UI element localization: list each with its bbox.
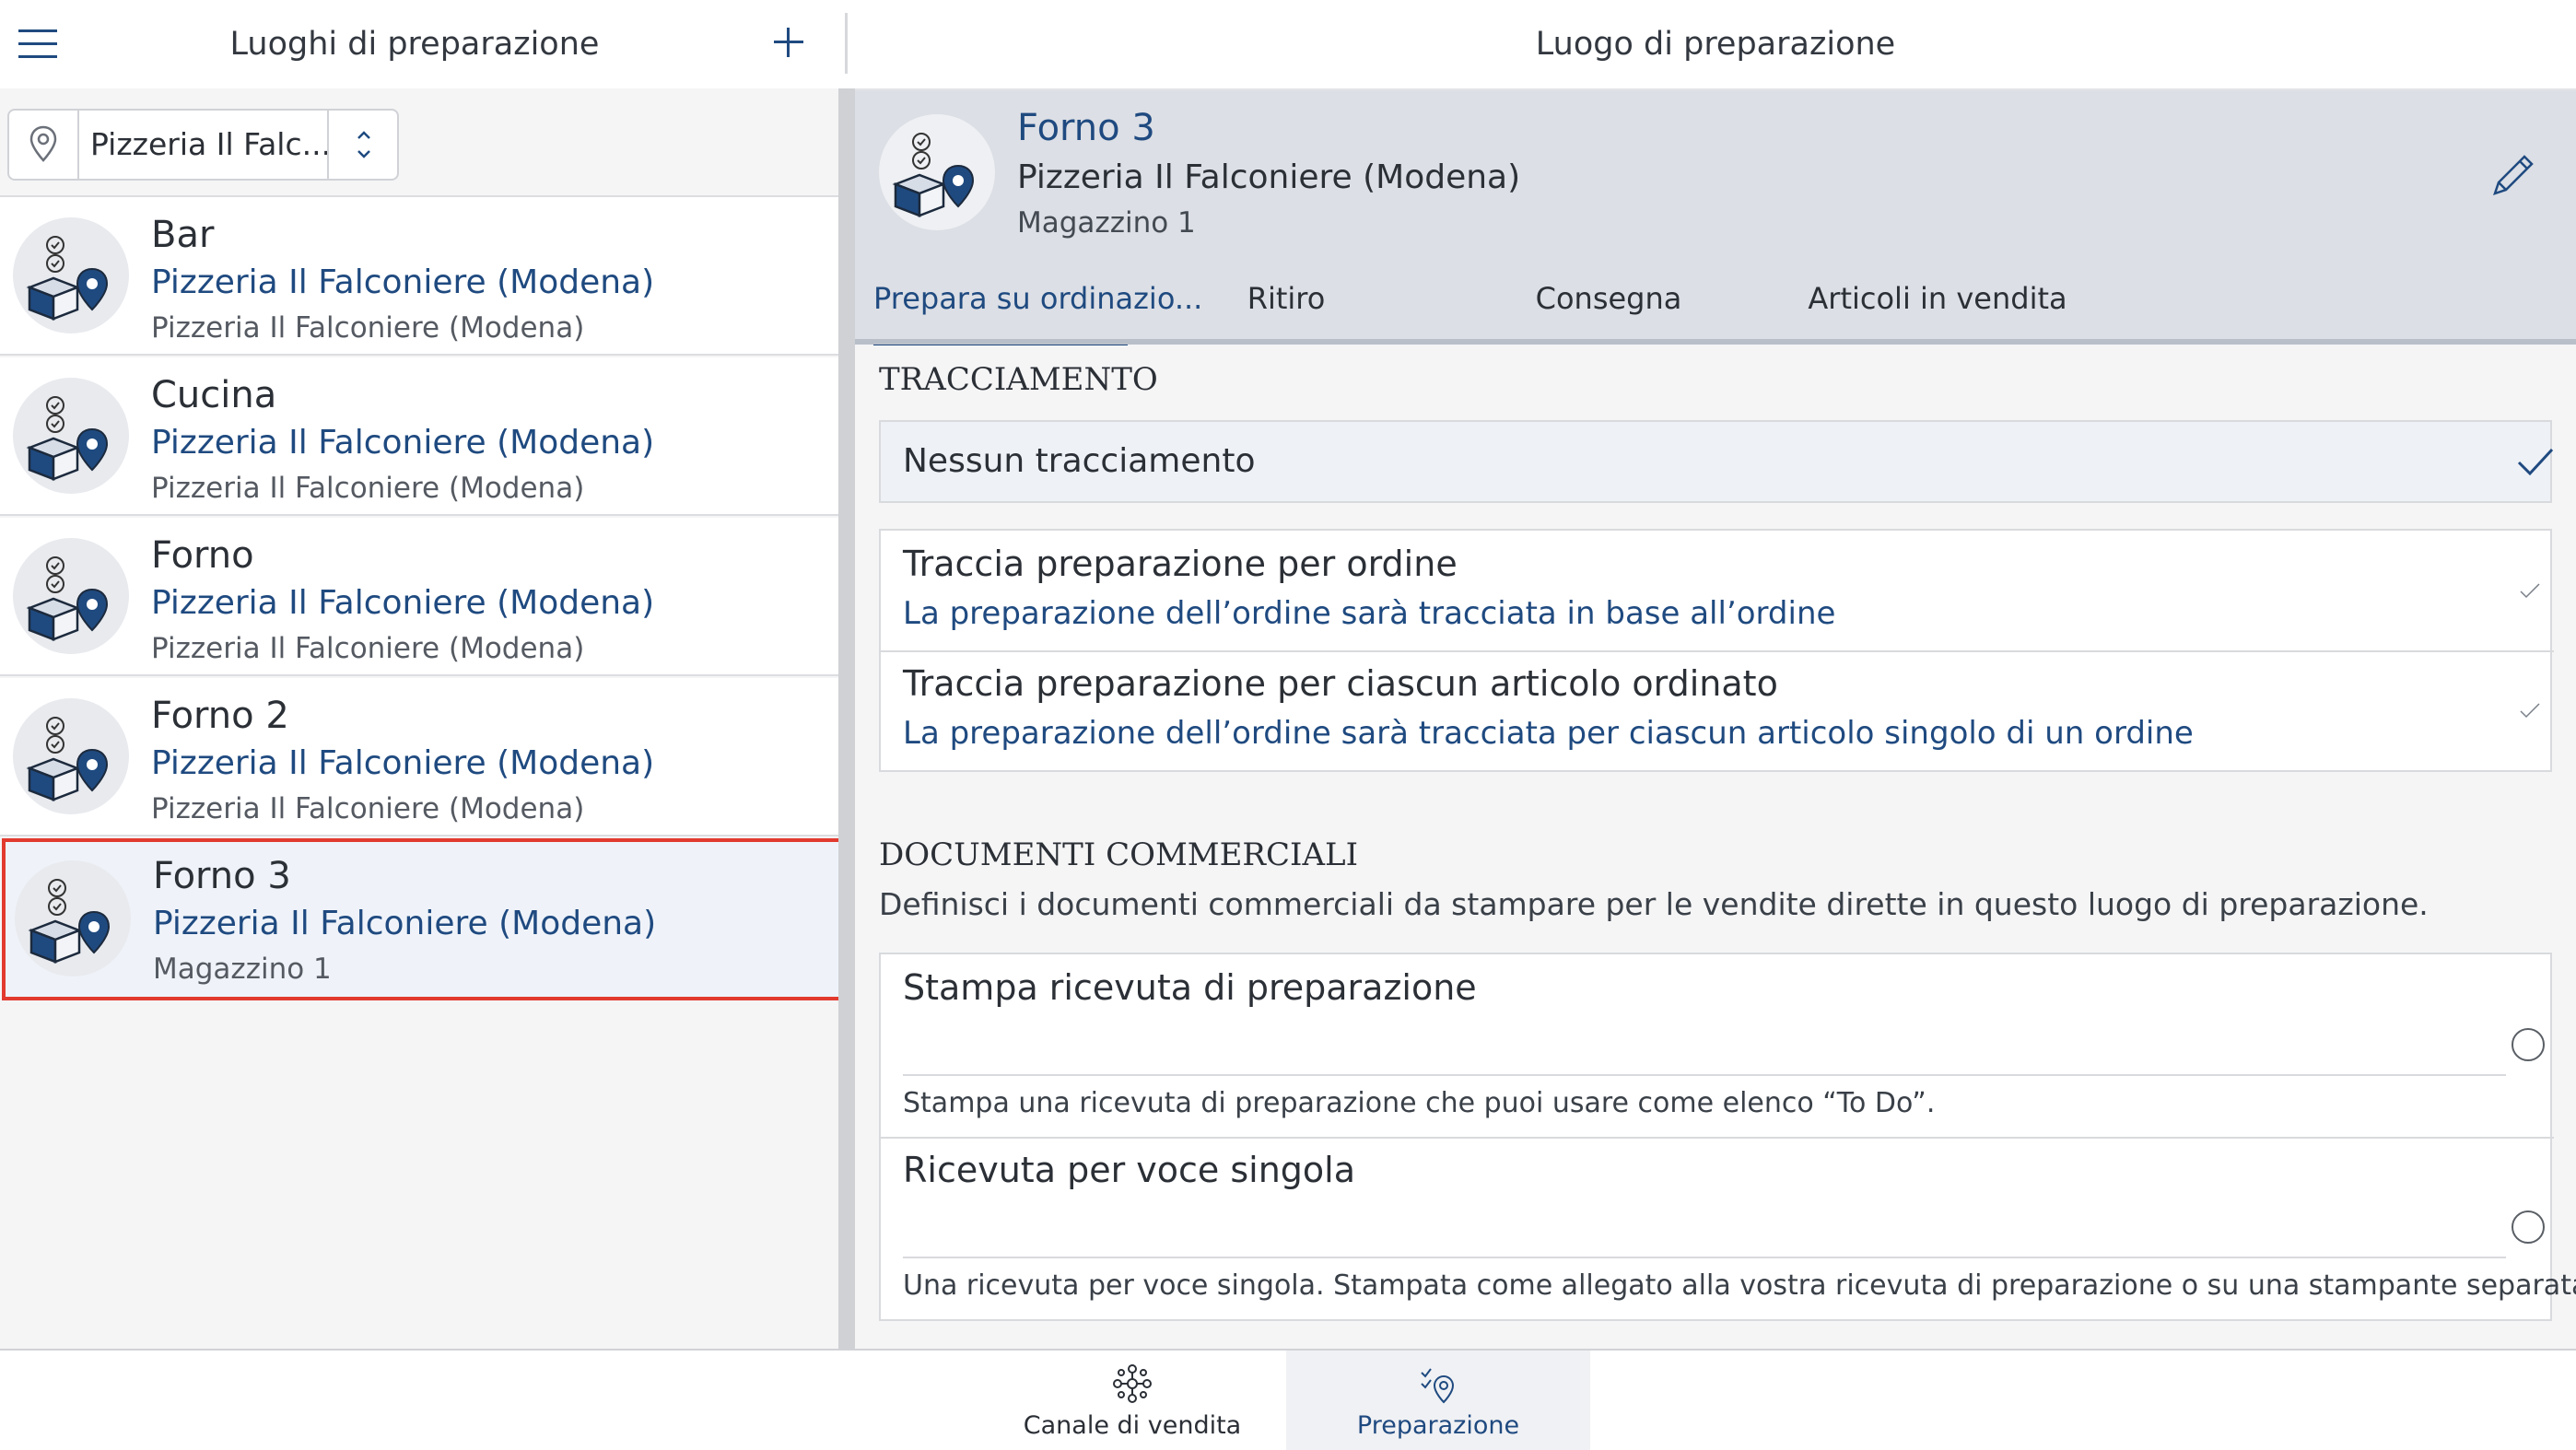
list-item[interactable]: Forno 2 Pizzeria Il Falconiere (Modena) … bbox=[0, 678, 838, 836]
sales-channel-icon bbox=[1112, 1363, 1153, 1404]
tracking-option-none[interactable]: Nessun tracciamento bbox=[879, 420, 2554, 503]
check-icon bbox=[2520, 703, 2540, 719]
detail-header: Forno 3 Pizzeria Il Falconiere (Modena) … bbox=[855, 90, 2576, 262]
documents-section-description: Definisci i documenti commerciali da sta… bbox=[879, 886, 2429, 922]
radio-button[interactable] bbox=[2512, 1210, 2545, 1244]
left-header: Luoghi di preparazione bbox=[0, 0, 838, 90]
tracking-options-group: Traccia preparazione per ordine La prepa… bbox=[879, 529, 2554, 772]
check-icon bbox=[2517, 448, 2554, 476]
tab-prepare-on-order[interactable]: Prepara su ordinazio... bbox=[873, 262, 1202, 345]
item-detail: Pizzeria Il Falconiere (Modena) bbox=[151, 792, 585, 825]
location-select-value: Pizzeria Il Falc... bbox=[90, 126, 332, 162]
option-title: Nessun tracciamento bbox=[903, 442, 1256, 480]
document-option-single-item-receipt[interactable]: Ricevuta per voce singola Una ricevuta p… bbox=[881, 1139, 2576, 1321]
item-subtitle: Pizzeria Il Falconiere (Modena) bbox=[151, 263, 655, 301]
option-description: La preparazione dell’ordine sarà traccia… bbox=[903, 595, 1836, 632]
item-name: Cucina bbox=[151, 374, 277, 416]
preparation-place-icon bbox=[13, 378, 129, 494]
right-panel-title: Luogo di preparazione bbox=[1535, 26, 1896, 63]
radio-button[interactable] bbox=[2512, 1028, 2545, 1061]
option-title: Traccia preparazione per ordine bbox=[903, 544, 1458, 584]
right-panel: Luogo di preparazione Forno 3 Pizzeria I… bbox=[855, 0, 2576, 1349]
tracking-section-title: TRACCIAMENTO bbox=[879, 361, 1158, 398]
tab-items-on-sale[interactable]: Articoli in vendita bbox=[1786, 262, 2090, 339]
detail-warehouse: Magazzino 1 bbox=[1017, 206, 1196, 240]
item-subtitle: Pizzeria Il Falconiere (Modena) bbox=[151, 744, 655, 782]
left-panel-title: Luoghi di preparazione bbox=[229, 26, 600, 63]
option-description: Stampa una ricevuta di preparazione che … bbox=[903, 1087, 1936, 1119]
document-option-preparation-receipt[interactable]: Stampa ricevuta di preparazione Stampa u… bbox=[881, 954, 2550, 1137]
tab-pickup[interactable]: Ritiro bbox=[1159, 262, 1413, 339]
option-title: Traccia preparazione per ciascun articol… bbox=[903, 663, 1778, 704]
preparation-place-icon bbox=[15, 860, 131, 976]
panel-divider[interactable] bbox=[838, 0, 855, 1349]
bottom-tab-preparation[interactable]: Preparazione bbox=[1286, 1351, 1590, 1450]
list-item[interactable]: Bar Pizzeria Il Falconiere (Modena) Pizz… bbox=[0, 197, 838, 356]
bottom-tab-label: Preparazione bbox=[1356, 1411, 1520, 1440]
item-name: Forno 2 bbox=[151, 695, 289, 737]
check-icon bbox=[2520, 583, 2540, 599]
list-item[interactable]: Forno Pizzeria Il Falconiere (Modena) Pi… bbox=[0, 518, 838, 676]
option-inner-divider bbox=[903, 1074, 2506, 1076]
tracking-option-per-item[interactable]: Traccia preparazione per ciascun articol… bbox=[881, 652, 2550, 772]
item-name: Bar bbox=[151, 214, 215, 256]
detail-subtitle: Pizzeria Il Falconiere (Modena) bbox=[1017, 158, 1521, 196]
item-name: Forno 3 bbox=[153, 855, 291, 897]
list-item[interactable]: Cucina Pizzeria Il Falconiere (Modena) P… bbox=[0, 357, 838, 516]
preparation-place-icon bbox=[879, 114, 995, 230]
option-description: La preparazione dell’ordine sarà traccia… bbox=[903, 715, 2194, 752]
chevron-up-down-icon[interactable] bbox=[327, 111, 399, 179]
preparation-icon bbox=[1418, 1363, 1458, 1404]
right-header: Luogo di preparazione bbox=[855, 0, 2576, 90]
tab-bar: Prepara su ordinazio... Ritiro Consegna … bbox=[855, 262, 2576, 345]
left-panel: Luoghi di preparazione Pizzeria Il Falc.… bbox=[0, 0, 846, 1349]
tab-bar-underline bbox=[855, 339, 2576, 345]
item-subtitle: Pizzeria Il Falconiere (Modena) bbox=[153, 905, 657, 942]
panel-divider-handle bbox=[838, 0, 855, 88]
item-subtitle: Pizzeria Il Falconiere (Modena) bbox=[151, 424, 655, 462]
item-detail: Pizzeria Il Falconiere (Modena) bbox=[151, 311, 585, 345]
location-select[interactable]: Pizzeria Il Falc... bbox=[7, 109, 399, 181]
edit-pencil-icon[interactable] bbox=[2488, 149, 2539, 201]
location-pin-icon bbox=[9, 111, 79, 179]
option-description: Una ricevuta per voce singola. Stampata … bbox=[903, 1269, 2576, 1302]
item-name: Forno bbox=[151, 534, 254, 577]
documents-options-group: Stampa ricevuta di preparazione Stampa u… bbox=[879, 953, 2576, 1321]
list-item-selected[interactable]: Forno 3 Pizzeria Il Falconiere (Modena) … bbox=[2, 838, 846, 1000]
bottom-tab-label: Canale di vendita bbox=[1023, 1411, 1242, 1440]
option-title: Ricevuta per voce singola bbox=[903, 1150, 1356, 1190]
option-inner-divider bbox=[903, 1257, 2506, 1258]
tracking-option-per-order[interactable]: Traccia preparazione per ordine La prepa… bbox=[881, 531, 2550, 650]
item-subtitle: Pizzeria Il Falconiere (Modena) bbox=[151, 584, 655, 622]
detail-name: Forno 3 bbox=[1017, 107, 1155, 149]
preparation-place-icon bbox=[13, 538, 129, 654]
item-detail: Pizzeria Il Falconiere (Modena) bbox=[151, 472, 585, 505]
bottom-navigation-bar: Canale di vendita Preparazione bbox=[0, 1349, 2576, 1450]
tab-delivery[interactable]: Consegna bbox=[1481, 262, 1736, 339]
add-icon[interactable] bbox=[770, 24, 807, 61]
preparation-place-icon bbox=[13, 698, 129, 814]
documents-section-title: DOCUMENTI COMMERCIALI bbox=[879, 836, 1359, 873]
preparation-place-icon bbox=[13, 217, 129, 333]
option-title: Stampa ricevuta di preparazione bbox=[903, 967, 1477, 1008]
item-detail: Magazzino 1 bbox=[153, 953, 332, 986]
bottom-tab-sales-channel[interactable]: Canale di vendita bbox=[980, 1351, 1284, 1450]
item-detail: Pizzeria Il Falconiere (Modena) bbox=[151, 632, 585, 665]
